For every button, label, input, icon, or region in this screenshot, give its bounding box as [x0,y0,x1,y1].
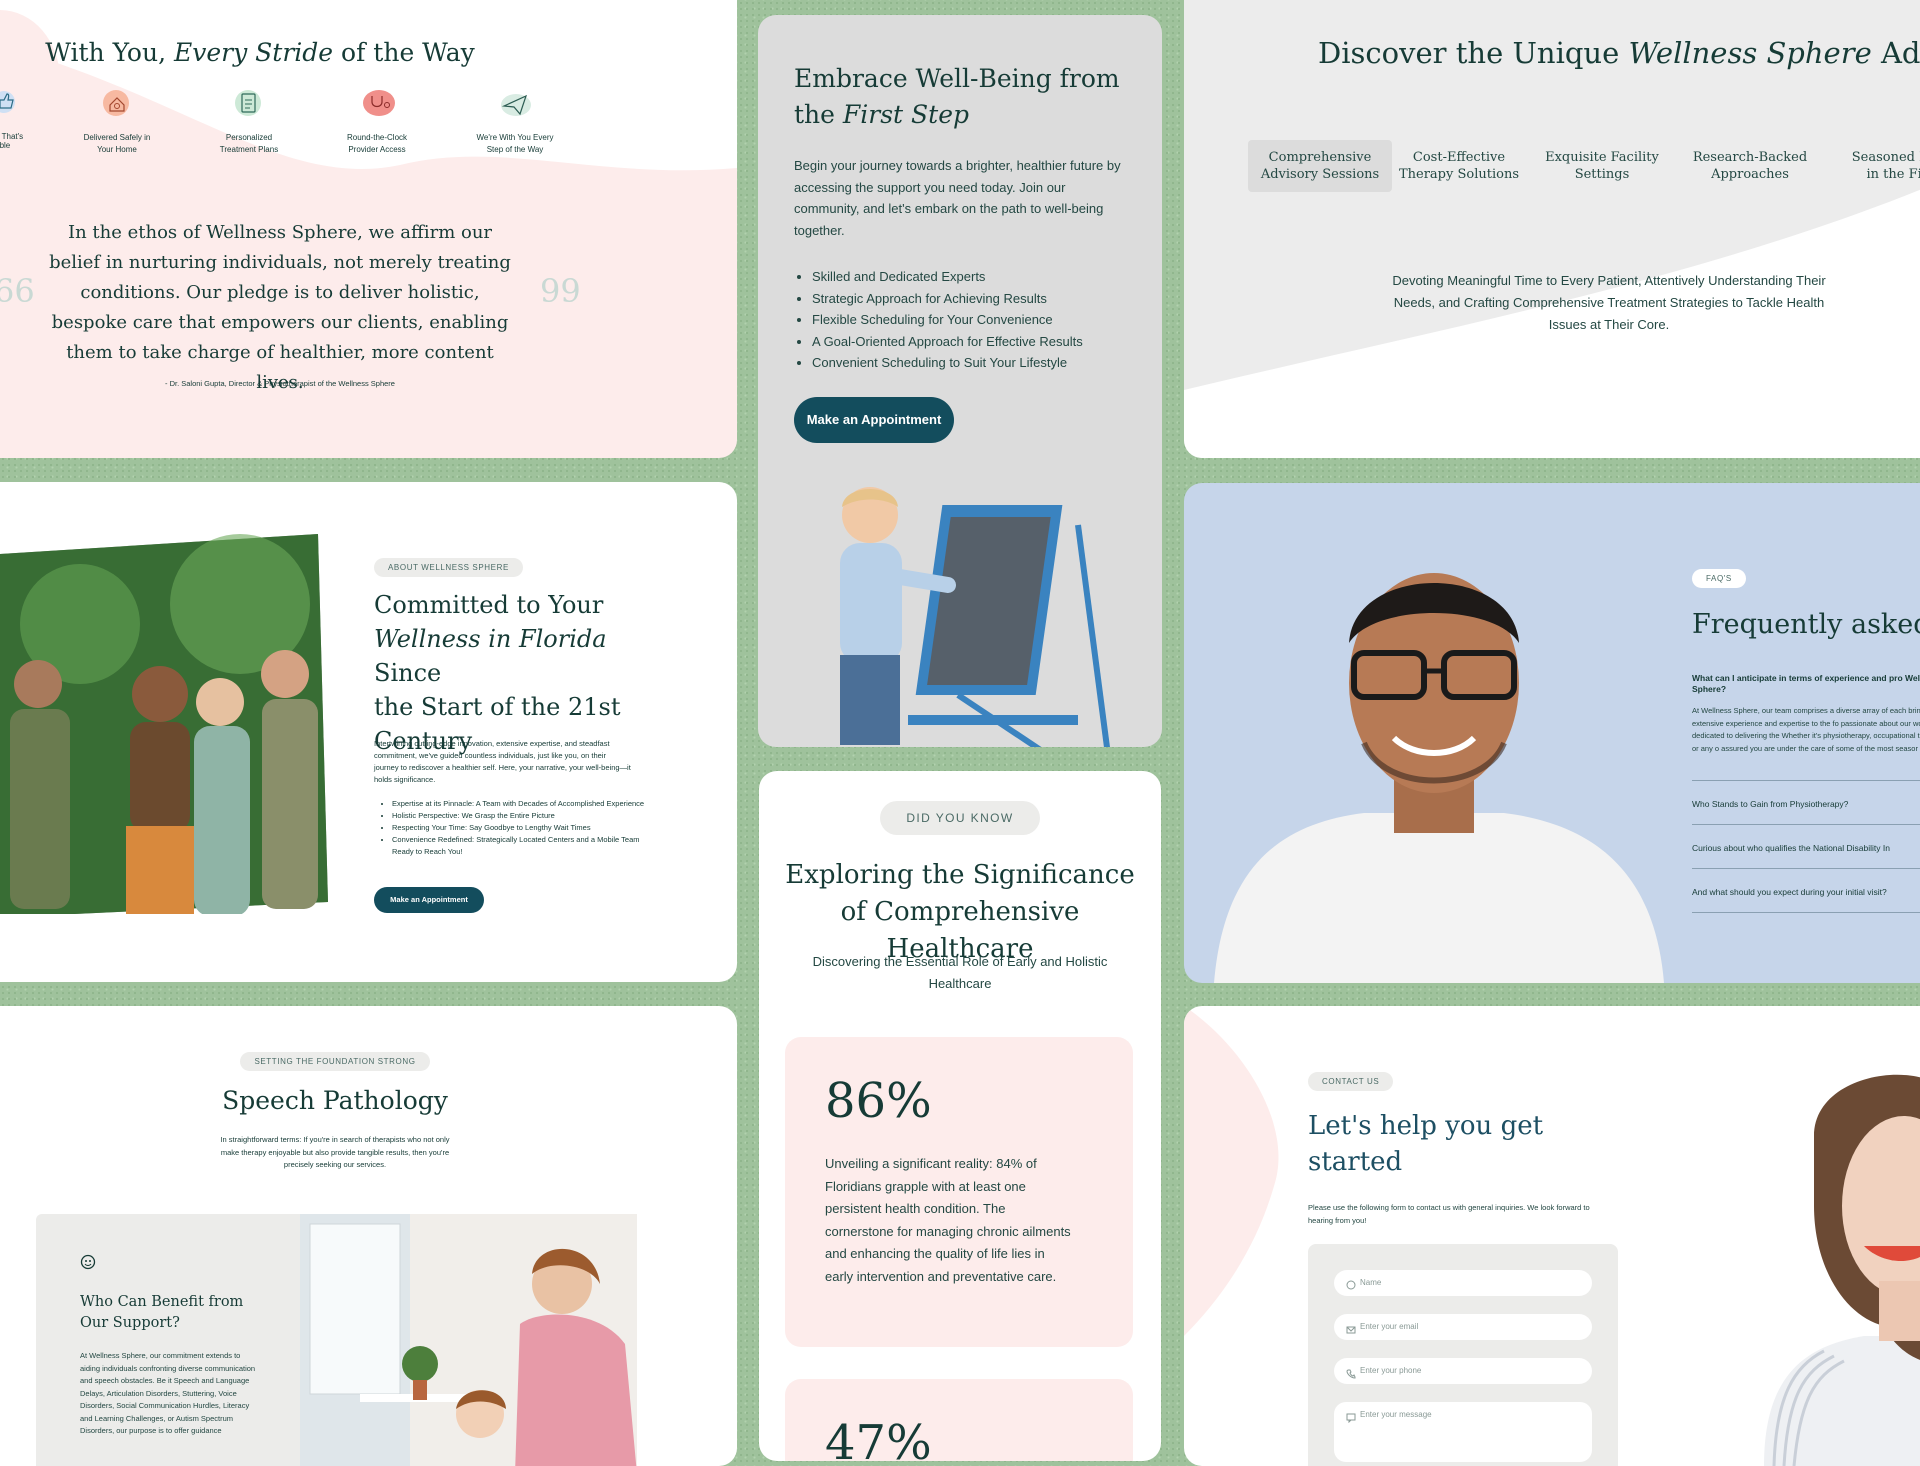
list-item: Expertise at its Pinnacle: A Team with D… [392,798,648,810]
card-body: At Wellness Sphere, our commitment exten… [80,1351,256,1435]
speech-therapy-photo [300,1214,637,1466]
name-placeholder: Name [1360,1278,1382,1287]
tab-bar: Comprehensive Advisory Sessions Cost-Eff… [1248,140,1920,192]
email-placeholder: Enter your email [1360,1322,1419,1331]
home-care-icon [102,88,132,118]
section-title: Committed to Your Wellness in Florida Sin… [374,591,621,755]
quote-mark-icon: 99 [540,272,581,310]
faq-answer: At Wellness Sphere, our team comprises a… [1692,706,1920,753]
message-field[interactable]: Enter your message [1334,1402,1592,1462]
about-text: Intertwining cutting-edge innovation, ex… [374,739,631,784]
section-intro: In straightforward terms: If you're in s… [220,1135,450,1169]
make-appointment-button[interactable]: Make an Appointment [374,887,484,913]
list-item: Respecting Your Time: Say Goodbye to Len… [392,822,648,834]
benefits-list: Skilled and Dedicated Experts Strategic … [796,266,1152,374]
quote-mark-left-icon: 66 [0,272,35,310]
panel-faq: FAQ'S Frequently asked qu What can I ant… [1184,483,1920,983]
panel-did-you-know: Did You Know Exploring the Significance … [759,771,1161,1461]
user-icon [1346,1277,1356,1290]
panel-with-you: With You, Every Stride of the Way are Th… [0,0,737,458]
tab-facility[interactable]: Exquisite Facility Settings [1530,140,1674,192]
child-easel-photo [840,487,1110,747]
faq-question[interactable]: And what should you expect during your i… [1692,887,1920,897]
section-pill: Contact Us [1308,1072,1394,1091]
tab-description: Devoting Meaningful Time to Every Patien… [1392,273,1826,332]
section-title: Speech Pathology [222,1086,448,1115]
smiling-woman-photo [1764,1074,1920,1466]
tab-therapy[interactable]: Cost-Effective Therapy Solutions [1392,140,1526,192]
tab-advisory[interactable]: Comprehensive Advisory Sessions [1248,140,1392,192]
faq-question[interactable]: Curious about who qualifies the National… [1692,843,1920,853]
tab-seasoned[interactable]: Seasoned Exp in the Fie [1828,140,1920,192]
clipboard-icon [234,88,264,118]
section-title: Embrace Well-Being from the First Step [794,64,1120,129]
tab-research[interactable]: Research-Backed Approaches [1678,140,1822,192]
list-item: Strategic Approach for Achieving Results [812,288,1152,310]
group-celebration-photo [0,534,328,914]
feature-label-every-step: We're With You Every Step of the Way [476,133,554,154]
support-card: Who Can Benefit from Our Support? At Wel… [36,1214,300,1466]
feature-label-affordable: are That's rdable [0,132,24,150]
feature-label-treatment: Personalized Treatment Plans [219,133,279,154]
faq-divider [1692,824,1920,825]
section-pill: About Wellness Sphere [374,558,523,577]
section-title: Frequently asked qu [1692,609,1920,640]
feature-label-home: Delivered Safely in Your Home [83,133,151,154]
panel-speech-pathology: Setting the Foundation Strong Speech Pat… [0,1006,737,1466]
section-title: Let's help you get started [1308,1111,1544,1177]
testimonial-quote: In the ethos of Wellness Sphere, we affi… [49,222,511,393]
section-pill: Did You Know [880,801,1040,835]
stat-card: 86% Unveiling a significant reality: 84%… [785,1037,1133,1347]
paper-plane-icon [498,90,532,118]
section-pill: FAQ'S [1692,569,1746,588]
mail-icon [1346,1322,1356,1334]
list-item: Convenient Scheduling to Suit Your Lifes… [812,352,1152,374]
make-appointment-button[interactable]: Make an Appointment [794,397,954,443]
stat-description: Unveiling a significant reality: 84% of … [825,1156,1071,1284]
thumbs-up-icon [0,90,18,114]
section-pill: Setting the Foundation Strong [240,1052,430,1071]
faq-divider [1692,780,1920,781]
smile-icon [80,1254,96,1270]
panel-contact: Contact Us Let's help you get started Ple… [1184,1006,1920,1466]
panel-advantage: Discover the Unique Wellness Sphere Adva… [1184,0,1920,458]
smiling-man-photo [1214,573,1664,983]
faq-divider [1692,912,1920,913]
intro-text: Begin your journey towards a brighter, h… [794,158,1121,238]
message-icon [1346,1410,1356,1424]
email-field[interactable]: Enter your email [1334,1314,1592,1340]
faq-question[interactable]: Who Stands to Gain from Physiotherapy? [1692,799,1920,809]
list-item: Skilled and Dedicated Experts [812,266,1152,288]
list-item: Holistic Perspective: We Grasp the Entir… [392,810,648,822]
list-item: Convenience Redefined: Strategically Loc… [392,834,648,858]
faq-divider [1692,868,1920,869]
contact-form: Name Enter your email Enter your phone E… [1308,1244,1618,1466]
about-list: Expertise at its Pinnacle: A Team with D… [376,798,648,858]
faq-question-expanded[interactable]: What can I anticipate in terms of experi… [1692,673,1920,695]
section-title: With You, Every Stride of the Way [45,38,475,67]
list-item: Flexible Scheduling for Your Convenience [812,309,1152,331]
stethoscope-icon [362,88,396,118]
contact-intro: Please use the following form to contact… [1308,1203,1590,1225]
message-placeholder: Enter your message [1360,1410,1432,1419]
panel-embrace: Embrace Well-Being from the First Step Be… [758,15,1162,747]
stat-value: 86% [825,1073,932,1129]
list-item: A Goal-Oriented Approach for Effective R… [812,331,1152,353]
stat-value: 47% [825,1415,932,1461]
testimonial-attribution: - Dr. Saloni Gupta, Director & Physiothe… [165,379,395,388]
stat-card: 47% [785,1379,1133,1461]
name-field[interactable]: Name [1334,1270,1592,1296]
phone-field[interactable]: Enter your phone [1334,1358,1592,1384]
section-subtitle: Discovering the Essential Role of Early … [812,954,1108,991]
phone-icon [1346,1366,1356,1379]
card-title: Who Can Benefit from Our Support? [80,1294,244,1331]
section-title: Discover the Unique Wellness Sphere Adva… [1318,36,1920,70]
feature-label-provider: Round-the-Clock Provider Access [346,133,408,154]
panel-committed: About Wellness Sphere Committed to Your W… [0,482,737,982]
phone-placeholder: Enter your phone [1360,1366,1422,1375]
